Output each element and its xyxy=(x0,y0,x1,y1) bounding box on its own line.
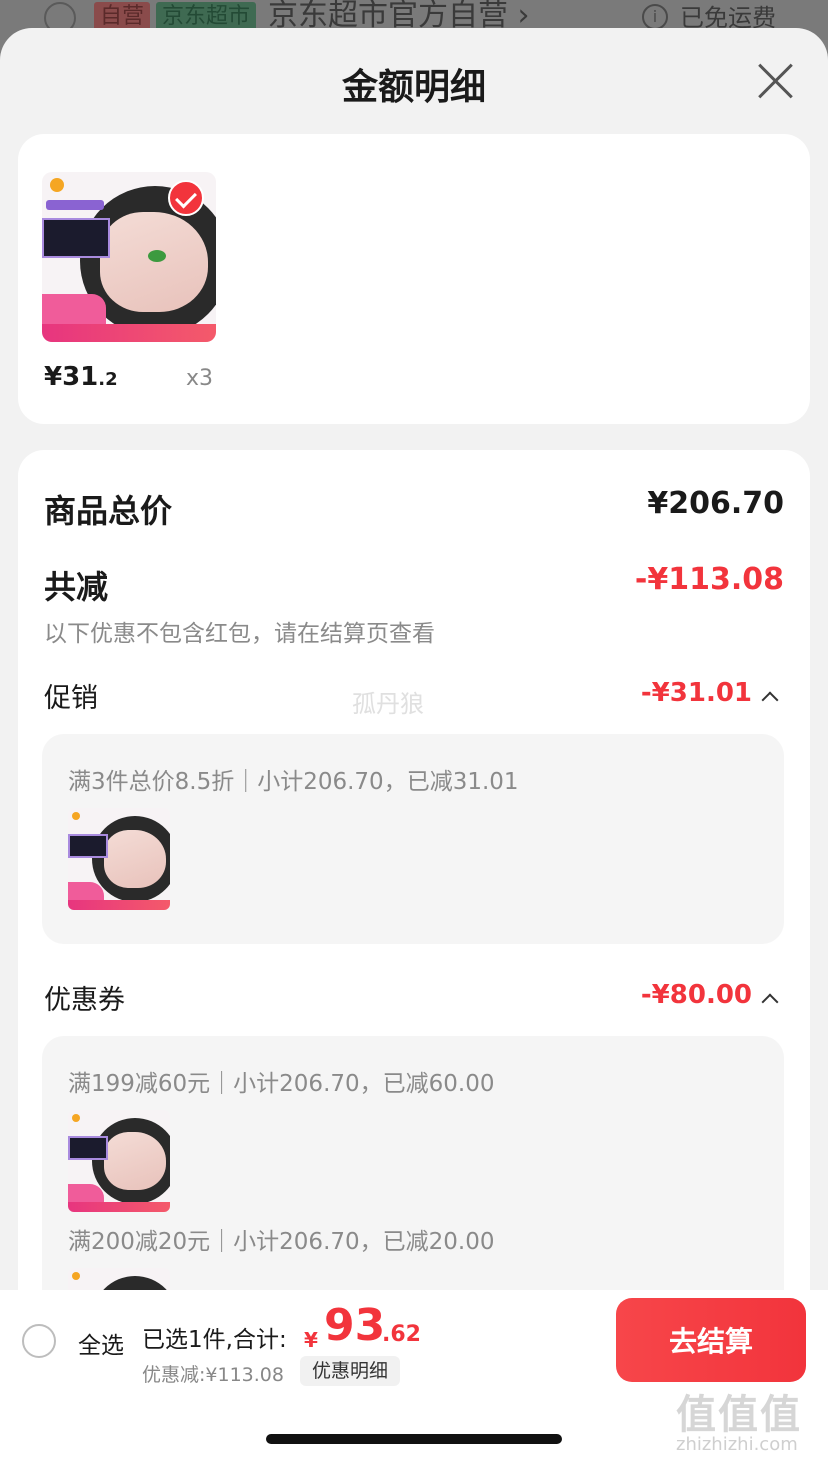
bottom-checkout-bar: 全选 已选1件,合计: ¥ 93 .62 优惠减:¥113.08 优惠明细 去结… xyxy=(0,1290,828,1462)
selected-check-icon[interactable] xyxy=(168,180,204,216)
chicken-feet-image xyxy=(68,1268,170,1290)
coupon-label: 优惠券 xyxy=(44,985,125,1016)
selected-count: 已选1件,合计: xyxy=(142,1327,287,1353)
coupon-product-thumb xyxy=(68,1110,170,1212)
total-value: ¥206.70 xyxy=(647,486,784,521)
total-label: 商品总价 xyxy=(44,492,173,530)
reduce-value: -¥113.08 xyxy=(634,562,784,597)
watermark-text: 孤丹狼 xyxy=(352,690,424,718)
coupon-product-thumb xyxy=(68,1268,170,1290)
promotion-rule: 满3件总价8.5折｜小计206.70，已减31.01 xyxy=(68,769,519,795)
info-icon: i xyxy=(642,4,668,30)
coupon-value[interactable]: -¥80.00 xyxy=(641,980,752,1010)
amount-detail-sheet: 金额明细 ¥31.2 x3 商品总价 ¥206.70 共减 -¥113.08 以… xyxy=(0,28,828,1290)
home-indicator[interactable] xyxy=(266,1434,562,1444)
chevron-up-icon[interactable] xyxy=(761,993,779,1011)
chicken-feet-image xyxy=(68,808,170,910)
select-all-radio[interactable] xyxy=(22,1324,56,1358)
product-card: ¥31.2 x3 xyxy=(18,134,810,424)
checkout-button[interactable]: 去结算 xyxy=(616,1298,806,1382)
product-price: ¥31.2 xyxy=(44,362,118,392)
promotion-detail-box: 满3件总价8.5折｜小计206.70，已减31.01 xyxy=(42,734,784,944)
discount-summary: 优惠减:¥113.08 xyxy=(142,1364,284,1386)
promotion-value[interactable]: -¥31.01 xyxy=(641,678,752,708)
site-watermark-logo: 值值值 xyxy=(676,1392,802,1438)
chevron-up-icon[interactable] xyxy=(761,691,779,709)
chicken-feet-image xyxy=(68,1110,170,1212)
total-currency: ¥ xyxy=(304,1328,318,1352)
product-quantity: x3 xyxy=(186,366,214,391)
total-amount-integer: 93 xyxy=(324,1300,386,1351)
promotion-product-thumb xyxy=(68,808,170,910)
discount-detail-button[interactable]: 优惠明细 xyxy=(300,1356,401,1386)
close-icon[interactable] xyxy=(756,62,794,100)
price-breakdown-card: 商品总价 ¥206.70 共减 -¥113.08 以下优惠不包含红包，请在结算页… xyxy=(18,450,810,1290)
coupon-rule-2: 满200减20元｜小计206.70，已减20.00 xyxy=(68,1229,495,1255)
sheet-title: 金额明细 xyxy=(341,67,486,108)
reduce-label: 共减 xyxy=(44,568,109,606)
coupon-detail-box: 满199减60元｜小计206.70，已减60.00 满200减20元｜小计206… xyxy=(42,1036,784,1290)
total-amount-decimal: .62 xyxy=(382,1322,421,1347)
discount-note: 以下优惠不包含红包，请在结算页查看 xyxy=(44,621,435,647)
select-all-label[interactable]: 全选 xyxy=(78,1326,124,1360)
promotion-label: 促销 xyxy=(44,683,98,714)
site-watermark-url: zhizhizhi.com xyxy=(676,1434,798,1455)
coupon-rule-1: 满199减60元｜小计206.70，已减60.00 xyxy=(68,1071,495,1097)
